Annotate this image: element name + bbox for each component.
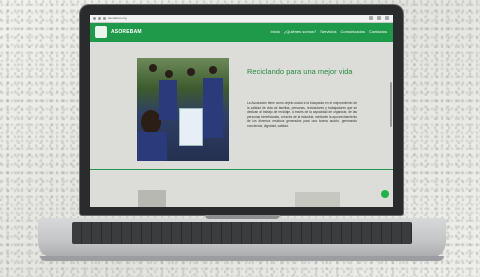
- nav-menu: Inicio ¿Quiénes somos? Servicios Comunic…: [270, 29, 387, 34]
- site-brand[interactable]: ASOREBAM: [111, 29, 142, 35]
- nav-item-servicios[interactable]: Servicios: [320, 29, 336, 34]
- keyboard: [72, 222, 412, 244]
- laptop-screen: asorebam.org ASOREBAM Inicio ¿Quiénes so…: [90, 15, 393, 207]
- window-controls[interactable]: [93, 17, 106, 20]
- page-content: Reciclando para una mejor vida La Asocia…: [90, 42, 393, 207]
- nav-item-inicio[interactable]: Inicio: [270, 29, 279, 34]
- address-bar[interactable]: asorebam.org: [108, 16, 198, 20]
- section-title: Reciclando para una mejor vida: [247, 67, 353, 76]
- section-text: La Asociación tiene como objeto social a…: [247, 101, 357, 128]
- chat-bubble-icon[interactable]: [381, 190, 389, 198]
- site-navbar: ASOREBAM Inicio ¿Quiénes somos? Servicio…: [90, 23, 393, 42]
- nav-item-contactos[interactable]: Contactos: [369, 29, 387, 34]
- site-logo-icon[interactable]: [95, 26, 107, 38]
- green-divider: [90, 169, 393, 170]
- hero-photo: [137, 58, 229, 161]
- browser-bar: asorebam.org: [90, 15, 393, 23]
- browser-icons[interactable]: [369, 16, 389, 20]
- scrollbar[interactable]: [390, 82, 392, 127]
- laptop-hinge: [205, 215, 280, 219]
- nav-item-comunicados[interactable]: Comunicados: [341, 29, 365, 34]
- recycling-sign: [179, 108, 203, 146]
- thumbnail-image: [295, 192, 340, 207]
- thumbnail-image: [138, 190, 166, 207]
- laptop-front-edge: [40, 256, 444, 261]
- nav-item-quienes[interactable]: ¿Quiénes somos?: [284, 29, 316, 34]
